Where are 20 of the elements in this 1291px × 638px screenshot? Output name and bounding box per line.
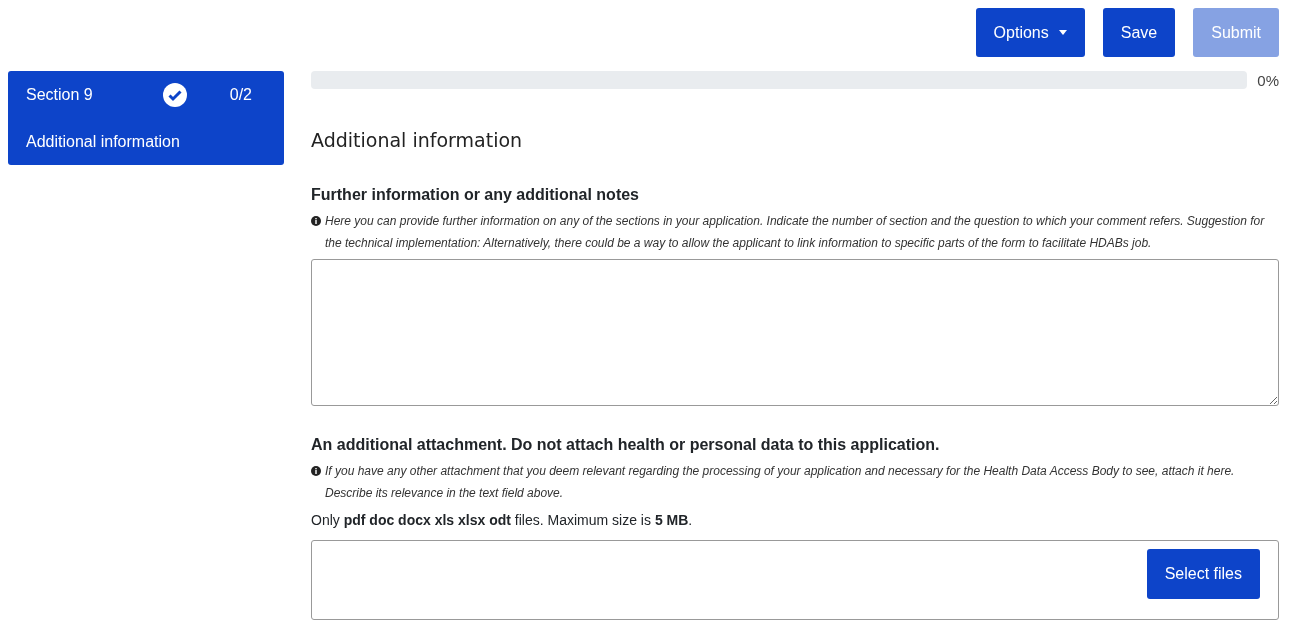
select-files-button[interactable]: Select files	[1146, 549, 1260, 599]
section-number: Section 9	[26, 86, 93, 104]
toolbar-button[interactable]: Save	[1102, 8, 1176, 57]
help-text: Here you can provide further information on any of the sections in your application. Indicate the number of section and the question to which your comment refers. Suggestion for the technical implementation: Alternatively, there could be a way to allow the applicant to link information to specific parts of the form to facilitate HDABs job.	[325, 213, 1266, 252]
file-types-note: Only pdf doc docx xls xlsx odt files. Maximum size is 5 MB.	[311, 512, 694, 528]
field-label: An additional attachment. Do not attach health or personal data to this application.	[311, 436, 941, 454]
check-circle-icon	[163, 83, 188, 107]
form-heading: Additional information	[311, 129, 524, 151]
field-label: Further information or any additional notes	[311, 186, 640, 204]
section-title: Additional information	[26, 133, 181, 151]
help-text: If you have any other attachment that you deem relevant regarding the processing of your application and necessary for the Health Data Access Body to see, attach it here. Describe its relevance in the text field above.	[325, 463, 1236, 502]
file-drop-zone[interactable]: Select files	[311, 540, 1279, 620]
progress-percent: 0%	[1257, 71, 1279, 89]
sidebar-section-item[interactable]: Section 9 0/2 Additional information	[8, 71, 284, 165]
notes-textarea[interactable]	[311, 259, 1279, 406]
options-dropdown-button[interactable]: Options	[975, 8, 1085, 57]
info-icon	[311, 466, 321, 476]
info-icon	[311, 216, 321, 226]
caret-icon	[1058, 30, 1067, 35]
section-count: 0/2	[229, 86, 252, 104]
